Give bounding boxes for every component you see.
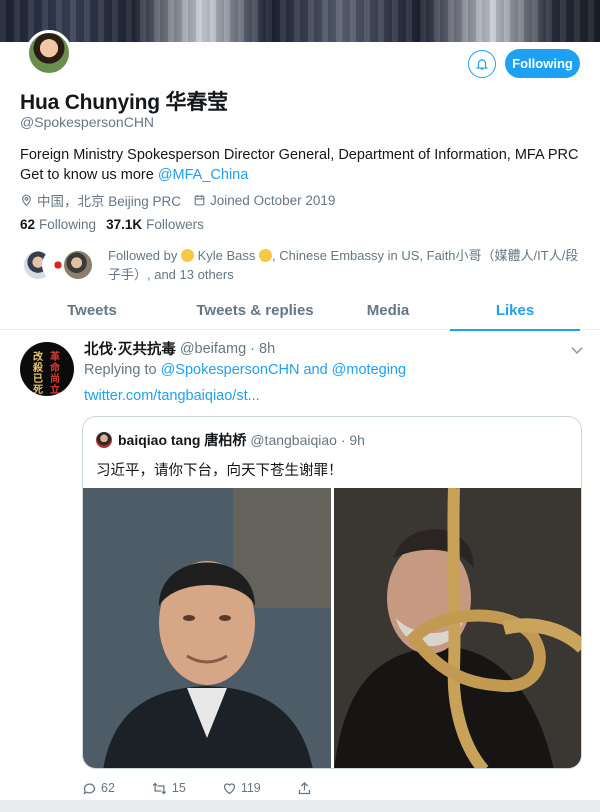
reply-button[interactable]: 62 — [82, 781, 115, 796]
avatar — [62, 249, 94, 281]
tweet-header: 北伐·灭共抗毒 @beifamg · 8h — [84, 338, 275, 359]
avatar-glyphs-right: 革命尚立 — [50, 352, 60, 396]
profile-bio: Foreign Ministry Spokesperson Director G… — [20, 145, 585, 185]
followers-count: 37.1K — [106, 217, 143, 232]
followers-count-link[interactable]: 37.1K Followers — [106, 217, 204, 232]
following-count-link[interactable]: 62 Following — [20, 217, 96, 232]
quoted-image-right[interactable] — [334, 488, 581, 768]
tab-tweets[interactable]: Tweets — [0, 290, 184, 330]
location-item: 中国，北京 Beijing PRC — [20, 190, 181, 210]
following-label: Following — [39, 217, 97, 232]
smiling-emoji-icon — [180, 249, 194, 262]
reply-icon — [83, 783, 96, 795]
share-button[interactable] — [297, 781, 316, 796]
share-icon — [298, 781, 310, 794]
following-count: 62 — [20, 217, 36, 232]
like-count: 119 — [240, 781, 261, 795]
profile-avatar[interactable] — [26, 30, 72, 76]
profile-meta: 中国，北京 Beijing PRC Joined October 2019 — [20, 190, 347, 210]
tweet-actions: 62 15 119 — [82, 778, 582, 798]
location-pin-icon — [20, 193, 33, 207]
tweet-author-handle[interactable]: @beifamg · 8h — [180, 341, 275, 357]
bio-mention-link[interactable]: @MFA_China — [158, 167, 248, 183]
notifications-bell-button[interactable] — [468, 50, 496, 78]
profile-handle: @SpokespersonCHN — [20, 114, 155, 130]
screen: Following Hua Chunying 华春莹 @Spokesperson… — [0, 0, 600, 812]
reply-user-link[interactable]: @moteging — [332, 362, 406, 378]
quoted-author-name: baiqiao tang 唐柏桥 — [118, 432, 247, 448]
followed-by-avatars[interactable] — [22, 249, 102, 283]
bell-icon — [475, 58, 489, 70]
location-text: 中国，北京 Beijing PRC — [37, 194, 182, 209]
tweet-author-avatar[interactable]: 改殺已死 革命尚立 — [20, 342, 74, 396]
followers-label: Followers — [146, 217, 204, 232]
tweet-author-name[interactable]: 北伐·灭共抗毒 — [84, 338, 176, 359]
profile-card: Following Hua Chunying 华春莹 @Spokesperson… — [0, 0, 600, 800]
smiling-emoji-icon — [259, 249, 273, 262]
retweet-icon — [152, 782, 167, 794]
reply-user-link[interactable]: @SpokespersonCHN — [161, 362, 300, 378]
tweet-menu-button[interactable] — [570, 342, 584, 360]
chevron-down-icon — [571, 347, 583, 354]
retweet-count: 15 — [171, 781, 186, 795]
retweet-button[interactable]: 15 — [151, 781, 186, 796]
quoted-tweet-text: 习近平，请你下台，向天下苍生谢罪！ — [96, 463, 343, 479]
bio-text: Foreign Ministry Spokesperson Director G… — [20, 147, 579, 183]
followed-by-prefix: Followed by — [108, 248, 181, 263]
quoted-image-left[interactable] — [83, 488, 331, 768]
tab-tweets-replies[interactable]: Tweets & replies — [184, 290, 326, 330]
tab-likes[interactable]: Likes — [450, 290, 580, 331]
avatar — [96, 432, 112, 448]
tweet-url-link[interactable]: twitter.com/tangbaiqiao/st... — [84, 388, 260, 404]
reply-and-text: and — [299, 362, 332, 378]
follow-counts: 62 Following 37.1K Followers — [20, 217, 214, 232]
following-button[interactable]: Following — [505, 49, 580, 78]
profile-banner-image[interactable] — [0, 0, 600, 42]
quoted-tweet-header: baiqiao tang 唐柏桥 @tangbaiqiao · 9h — [96, 430, 365, 450]
tab-media[interactable]: Media — [326, 290, 450, 330]
profile-name: Hua Chunying 华春莹 — [20, 91, 228, 114]
replying-to-prefix: Replying to — [84, 362, 161, 378]
followed-by-text[interactable]: Followed by Kyle Bass , Chinese Embassy … — [108, 246, 583, 284]
followed-by-name: Kyle Bass — [193, 248, 260, 263]
reply-count: 62 — [101, 781, 115, 795]
calendar-icon — [193, 193, 206, 207]
quoted-author-handle: @tangbaiqiao · 9h — [250, 432, 365, 448]
joined-item: Joined October 2019 — [193, 193, 335, 208]
replying-to: Replying to @SpokespersonCHN and @motegi… — [84, 362, 406, 378]
like-button[interactable]: 119 — [222, 781, 261, 796]
quoted-tweet[interactable]: baiqiao tang 唐柏桥 @tangbaiqiao · 9h 习近平，请… — [82, 416, 582, 769]
avatar-glyphs-left: 改殺已死 — [33, 352, 43, 396]
joined-text: Joined October 2019 — [210, 192, 336, 208]
tweet[interactable]: 改殺已死 革命尚立 北伐·灭共抗毒 @beifamg · 8h Replying… — [0, 330, 600, 800]
heart-icon — [223, 782, 235, 794]
profile-tabs: Tweets Tweets & replies Media Likes — [0, 290, 600, 331]
